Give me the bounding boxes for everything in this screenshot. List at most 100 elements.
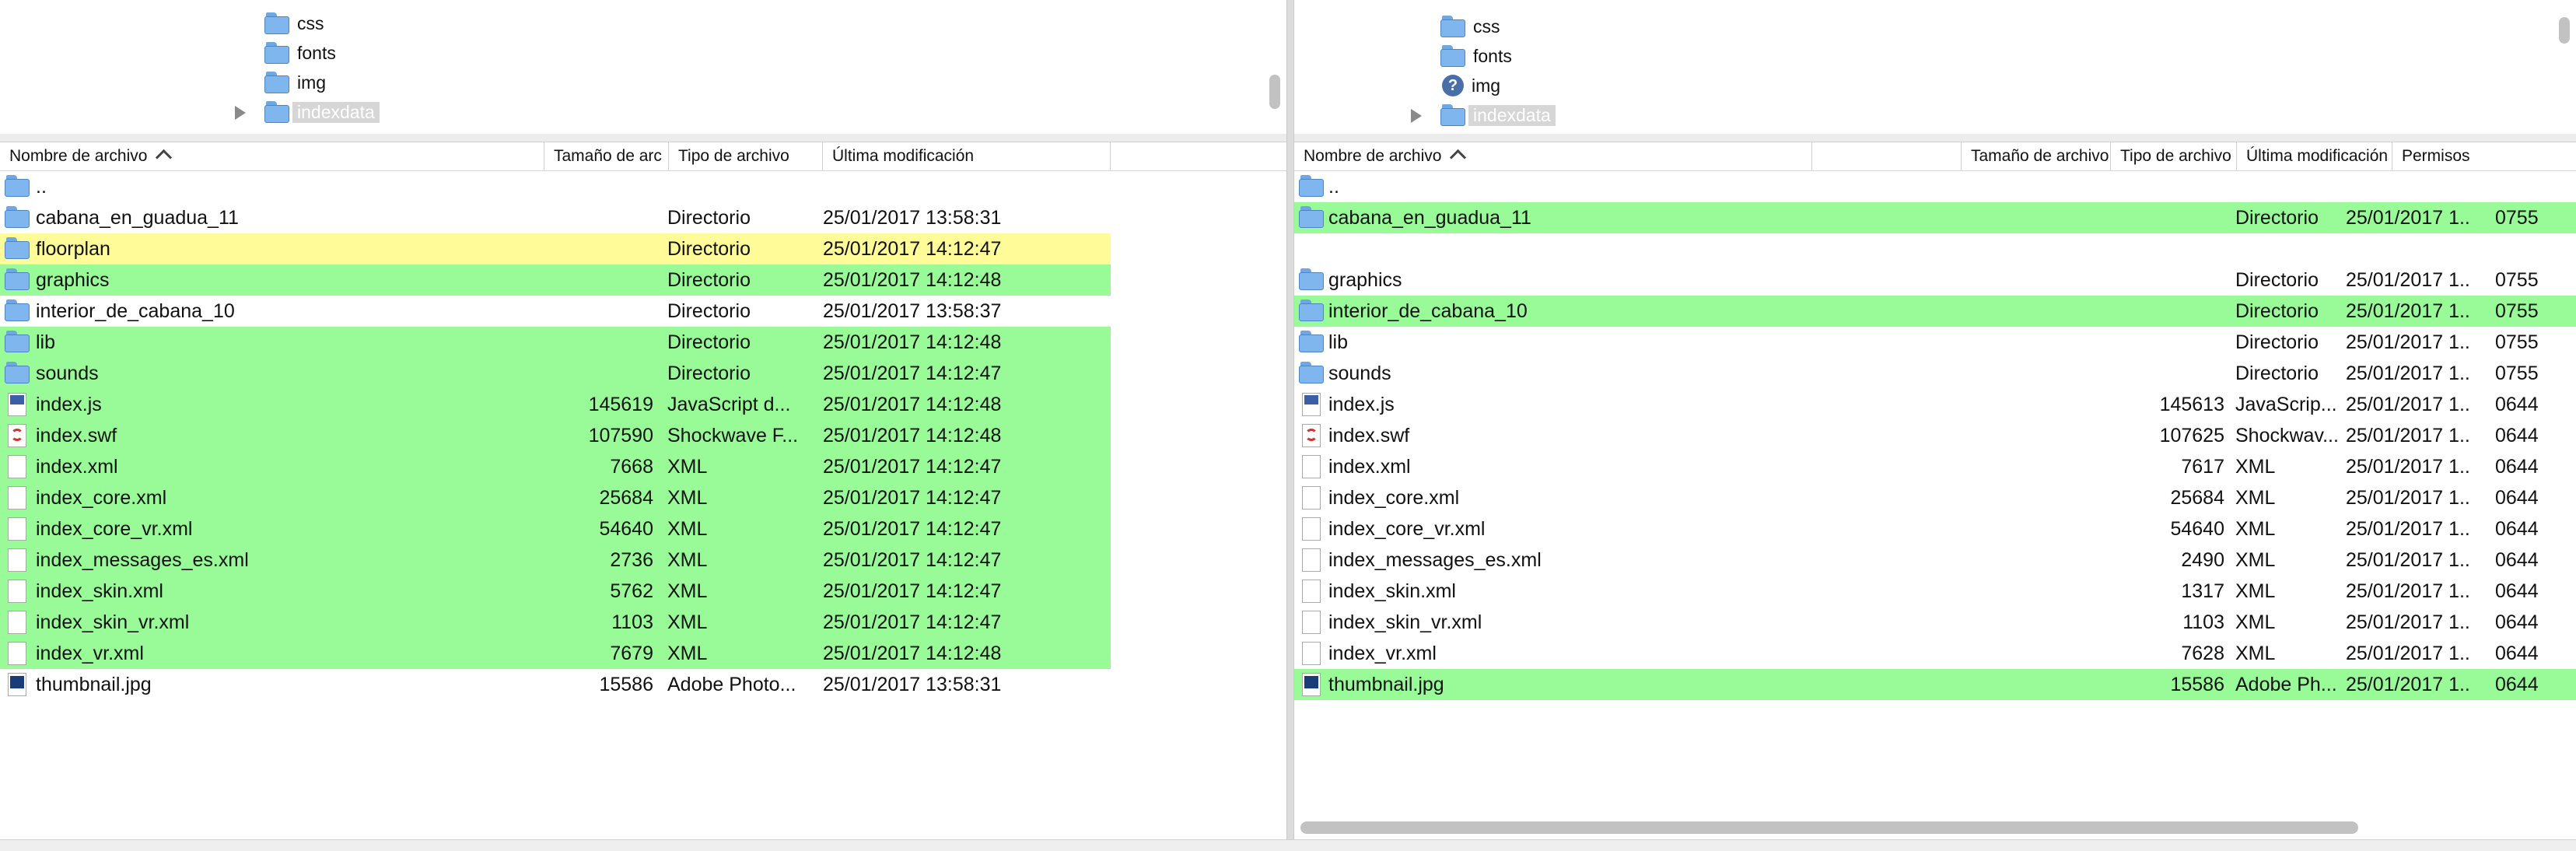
file-row[interactable]: index_messages_es.xml 2736 XML 25/01/2017 1… bbox=[0, 545, 1111, 576]
file-name: .. bbox=[36, 176, 47, 198]
file-row[interactable]: index.js 145619 JavaScript d... 25/01/2017 … bbox=[0, 389, 1111, 420]
file-permissions: 0755 bbox=[2495, 362, 2539, 384]
file-permissions: 0644 bbox=[2495, 674, 2539, 695]
tree-item-img[interactable]: ? img bbox=[1440, 72, 1500, 100]
document-file-icon bbox=[5, 486, 30, 510]
file-row[interactable]: cabana_en_guadua_11 Directorio 25/01/2017 … bbox=[0, 202, 1111, 233]
file-size: 5762 bbox=[610, 580, 653, 602]
column-header-modified[interactable]: Última modificación bbox=[2237, 142, 2392, 170]
tree-scrollbar[interactable] bbox=[2559, 17, 2570, 44]
file-row[interactable]: index_skin.xml 5762 XML 25/01/2017 14:12:47 bbox=[0, 576, 1111, 607]
file-row[interactable]: sounds Directorio 25/01/2017 1... 0755 bbox=[1294, 358, 2576, 389]
expand-triangle-icon[interactable] bbox=[1411, 109, 1422, 123]
local-file-list[interactable]: Nombre de archivo Tamaño de arc Tipo de … bbox=[0, 142, 1286, 827]
file-size bbox=[2111, 202, 2224, 233]
column-header-size-spacer bbox=[1812, 142, 1962, 170]
file-name: index_vr.xml bbox=[1328, 643, 1437, 664]
pane-splitter[interactable] bbox=[1286, 0, 1294, 851]
file-type: XML bbox=[2235, 456, 2276, 478]
file-row[interactable]: cabana_en_guadua_11 Directorio 25/01/2017 … bbox=[1294, 202, 2576, 233]
file-modified: 25/01/2017 14:12:48 bbox=[823, 331, 1002, 353]
file-row[interactable]: sounds Directorio 25/01/2017 14:12:47 bbox=[0, 358, 1111, 389]
file-row[interactable]: thumbnail.jpg 15586 Adobe Ph... 25/01/2017 … bbox=[1294, 669, 2576, 700]
file-modified: 25/01/2017 14:12:48 bbox=[823, 425, 1002, 447]
column-header-size[interactable]: Tamaño de archivo bbox=[1962, 142, 2111, 170]
file-row[interactable]: lib Directorio 25/01/2017 1... 0755 bbox=[1294, 327, 2576, 358]
file-row[interactable]: index.js 145613 JavaScrip... 25/01/2017 1..… bbox=[1294, 389, 2576, 420]
file-row[interactable]: interior_de_cabana_10 Directorio 25/01/201… bbox=[1294, 296, 2576, 327]
file-size: 7617 bbox=[2181, 456, 2224, 478]
pane-divider[interactable] bbox=[0, 134, 1286, 142]
tree-scrollbar[interactable] bbox=[1269, 75, 1280, 109]
expand-triangle-icon[interactable] bbox=[235, 106, 246, 120]
folder-icon bbox=[264, 12, 289, 34]
file-name: index_core_vr.xml bbox=[36, 518, 193, 540]
pane-divider[interactable] bbox=[1294, 134, 2576, 142]
file-row[interactable]: .. bbox=[0, 171, 1111, 202]
flash-file-icon bbox=[5, 424, 30, 447]
file-row[interactable]: index_vr.xml 7628 XML 25/01/2017 1... 0644 bbox=[1294, 638, 2576, 669]
file-name: index.swf bbox=[36, 425, 117, 447]
file-row[interactable]: index_core_vr.xml 54640 XML 25/01/2017 1...… bbox=[1294, 513, 2576, 545]
local-directory-tree[interactable]: css fonts img indexdata bbox=[0, 0, 1286, 135]
column-header-type[interactable]: Tipo de archivo bbox=[669, 142, 823, 170]
tree-item-fonts[interactable]: fonts bbox=[264, 39, 336, 67]
file-row[interactable]: index_vr.xml 7679 XML 25/01/2017 14:12:48 bbox=[0, 638, 1111, 669]
file-row[interactable]: index_skin.xml 1317 XML 25/01/2017 1... 0644 bbox=[1294, 576, 2576, 607]
horizontal-scrollbar[interactable] bbox=[1300, 821, 2358, 834]
file-row[interactable]: index.swf 107625 Shockwav... 25/01/2017 1..… bbox=[1294, 420, 2576, 451]
file-row[interactable]: interior_de_cabana_10 Directorio 25/01/201… bbox=[0, 296, 1111, 327]
file-row[interactable]: floorplan Directorio 25/01/2017 14:12:47 bbox=[0, 233, 1111, 264]
tree-item-fonts[interactable]: fonts bbox=[1440, 42, 1512, 70]
remote-file-list[interactable]: Nombre de archivo Tamaño de archivo Tipo… bbox=[1294, 142, 2576, 827]
javascript-file-icon bbox=[5, 393, 30, 416]
remote-pane: css fonts ? img indexdata Nombre de arch… bbox=[1294, 0, 2576, 851]
file-row[interactable] bbox=[1294, 233, 2576, 264]
file-type: Directorio bbox=[2235, 362, 2319, 384]
file-modified: 25/01/2017 1... bbox=[2346, 643, 2470, 664]
file-row[interactable]: index_skin_vr.xml 1103 XML 25/01/2017 14:12… bbox=[0, 607, 1111, 638]
file-row[interactable]: index_core.xml 25684 XML 25/01/2017 14:12:4… bbox=[0, 482, 1111, 513]
file-row[interactable]: index_core_vr.xml 54640 XML 25/01/2017 14:1… bbox=[0, 513, 1111, 545]
file-name: index.js bbox=[36, 394, 102, 415]
file-name: index.xml bbox=[36, 456, 118, 478]
file-row[interactable]: graphics Directorio 25/01/2017 14:12:48 bbox=[0, 264, 1111, 296]
file-type: XML bbox=[2235, 611, 2276, 633]
column-header-modified[interactable]: Última modificación bbox=[823, 142, 1111, 170]
file-permissions: 0644 bbox=[2495, 487, 2539, 509]
file-row[interactable]: index_core.xml 25684 XML 25/01/2017 1... 064… bbox=[1294, 482, 2576, 513]
tree-item-img[interactable]: img bbox=[264, 68, 326, 96]
file-size bbox=[2111, 296, 2224, 327]
file-row[interactable]: index_messages_es.xml 2490 XML 25/01/2017 1… bbox=[1294, 545, 2576, 576]
document-file-icon bbox=[5, 611, 30, 634]
remote-directory-tree[interactable]: css fonts ? img indexdata bbox=[1294, 0, 2576, 135]
document-file-icon bbox=[5, 517, 30, 541]
tree-item-css[interactable]: css bbox=[1440, 12, 1500, 40]
tree-item-css[interactable]: css bbox=[264, 9, 324, 37]
file-name: thumbnail.jpg bbox=[36, 674, 152, 695]
file-modified: 25/01/2017 1... bbox=[2346, 394, 2470, 415]
file-type: Directorio bbox=[2235, 300, 2319, 322]
file-row[interactable]: index.swf 107590 Shockwave F... 25/01/2017 … bbox=[0, 420, 1111, 451]
status-bar bbox=[0, 839, 2576, 851]
file-modified: 25/01/2017 1... bbox=[2346, 425, 2470, 447]
folder-icon bbox=[1299, 206, 1324, 229]
file-type: Directorio bbox=[667, 207, 751, 229]
file-row[interactable]: index.xml 7668 XML 25/01/2017 14:12:47 bbox=[0, 451, 1111, 482]
file-size bbox=[544, 296, 653, 327]
column-header-type[interactable]: Tipo de archivo bbox=[2111, 142, 2237, 170]
file-size bbox=[2111, 264, 2224, 296]
tree-item-indexdata[interactable]: indexdata bbox=[1440, 101, 1556, 129]
column-header-name[interactable]: Nombre de archivo bbox=[0, 142, 544, 170]
file-row[interactable]: index.xml 7617 XML 25/01/2017 1... 0644 bbox=[1294, 451, 2576, 482]
file-row[interactable]: .. bbox=[1294, 171, 2576, 202]
file-row[interactable]: thumbnail.jpg 15586 Adobe Photo... 25/01/20… bbox=[0, 669, 1111, 700]
column-header-size[interactable]: Tamaño de arc bbox=[544, 142, 669, 170]
file-row[interactable]: graphics Directorio 25/01/2017 1... 0755 bbox=[1294, 264, 2576, 296]
column-header-name[interactable]: Nombre de archivo bbox=[1294, 142, 1812, 170]
file-row[interactable]: lib Directorio 25/01/2017 14:12:48 bbox=[0, 327, 1111, 358]
file-name: thumbnail.jpg bbox=[1328, 674, 1444, 695]
file-row[interactable]: index_skin_vr.xml 1103 XML 25/01/2017 1... 0… bbox=[1294, 607, 2576, 638]
tree-item-indexdata[interactable]: indexdata bbox=[264, 98, 380, 126]
column-header-permissions[interactable]: Permisos bbox=[2392, 142, 2576, 170]
